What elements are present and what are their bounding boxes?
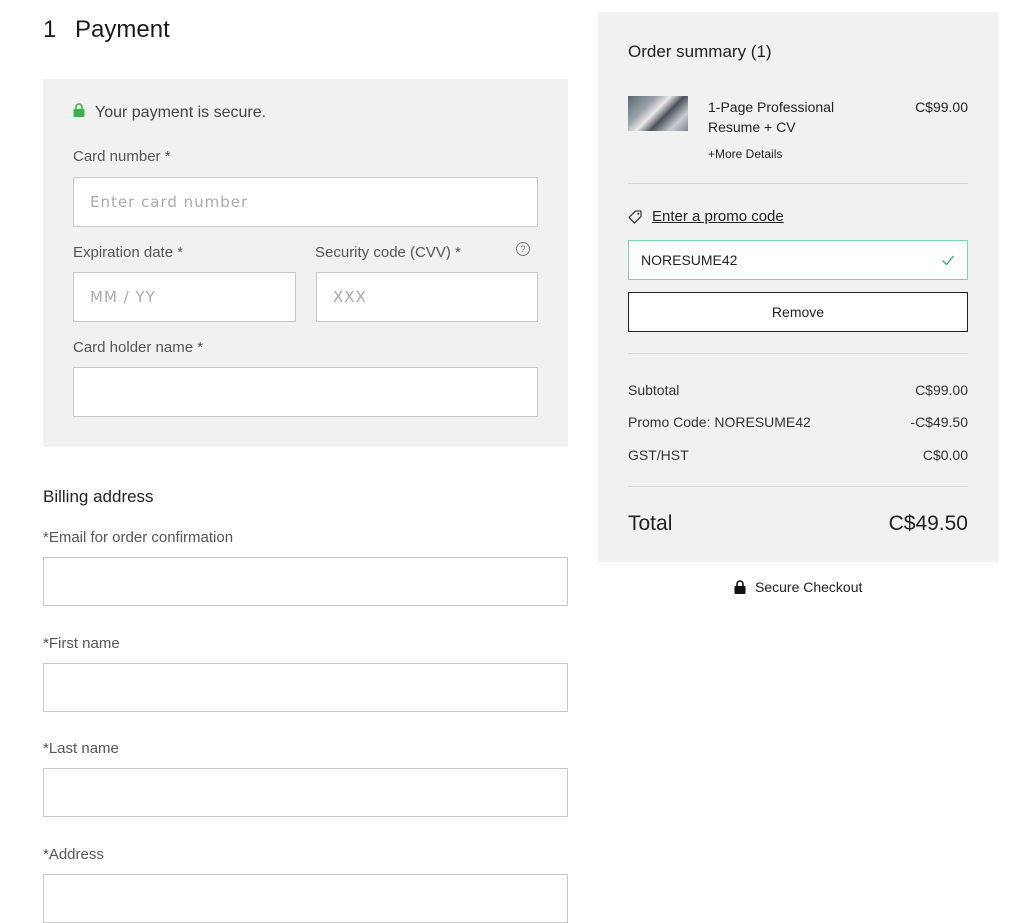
divider — [628, 183, 968, 184]
promo-code-input[interactable]: NORESUME42 — [628, 240, 968, 280]
card-details-panel: Your payment is secure. Card number * En… — [43, 79, 568, 447]
tax-row: GST/HST C$0.00 — [628, 447, 968, 463]
check-icon — [942, 255, 955, 266]
subtotal-value: C$99.00 — [915, 382, 968, 398]
product-thumbnail — [628, 96, 688, 131]
card-number-input[interactable]: Enter card number — [73, 177, 538, 227]
cvv-label: Security code (CVV) * — [315, 244, 461, 261]
payment-step-title: 1 Payment — [43, 16, 170, 44]
billing-address-title: Billing address — [43, 487, 154, 506]
tax-value: C$0.00 — [922, 447, 968, 463]
order-summary-title: Order summary (1) — [628, 42, 772, 61]
lock-icon — [734, 580, 746, 594]
info-icon[interactable]: ? — [516, 242, 530, 256]
subtotal-label: Subtotal — [628, 382, 680, 398]
secure-checkout-notice: Secure Checkout — [734, 579, 862, 595]
promo-discount-value: -C$49.50 — [910, 414, 968, 430]
subtotal-row: Subtotal C$99.00 — [628, 382, 968, 398]
divider — [628, 353, 968, 354]
cvv-input[interactable]: XXX — [316, 272, 538, 322]
order-summary-panel: Order summary (1) 1-Page Professional Re… — [598, 12, 998, 562]
secure-checkout-text: Secure Checkout — [755, 579, 863, 595]
expiry-input[interactable]: MM / YY — [73, 272, 296, 322]
card-holder-label: Card holder name * — [73, 339, 204, 356]
product-name: 1-Page Professional Resume + CV — [708, 99, 835, 135]
secure-payment-notice: Your payment is secure. — [73, 103, 267, 122]
card-holder-input[interactable] — [73, 367, 538, 417]
promo-code-link-text: Enter a promo code — [652, 208, 784, 225]
promo-discount-row: Promo Code: NORESUME42 -C$49.50 — [628, 414, 968, 430]
expiry-label: Expiration date * — [73, 244, 184, 261]
step-number: 1 — [43, 16, 57, 43]
address-label: *Address — [43, 846, 104, 863]
last-name-field[interactable] — [43, 768, 568, 817]
first-name-label: *First name — [43, 635, 120, 652]
promo-discount-label: Promo Code: NORESUME42 — [628, 414, 811, 430]
address-field[interactable] — [43, 874, 568, 923]
secure-payment-text: Your payment is secure. — [95, 104, 267, 121]
email-label: *Email for order confirmation — [43, 529, 234, 546]
total-row: Total C$49.50 — [628, 512, 968, 536]
total-value: C$49.50 — [888, 512, 968, 535]
promo-code-link[interactable]: Enter a promo code — [628, 208, 784, 225]
promo-code-value: NORESUME42 — [641, 252, 738, 268]
remove-promo-button[interactable]: Remove — [628, 292, 968, 332]
email-field[interactable] — [43, 557, 568, 606]
payment-title: Payment — [75, 16, 170, 43]
card-number-label: Card number * — [73, 148, 171, 165]
tag-icon — [628, 209, 642, 224]
first-name-field[interactable] — [43, 663, 568, 712]
total-label: Total — [628, 512, 673, 535]
last-name-label: *Last name — [43, 740, 119, 757]
more-details-link[interactable]: +More Details — [708, 147, 782, 161]
product-price: C$99.00 — [915, 99, 968, 115]
tax-label: GST/HST — [628, 447, 689, 463]
divider — [628, 486, 968, 487]
lock-icon — [73, 103, 85, 117]
